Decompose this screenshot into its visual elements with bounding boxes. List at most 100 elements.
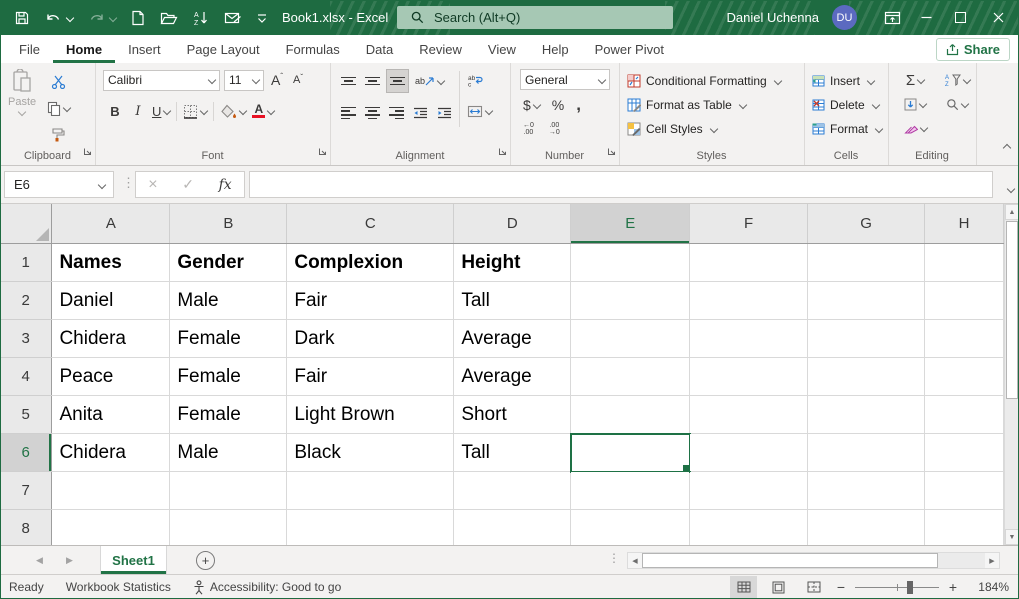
sheet-tab-sheet1[interactable]: Sheet1 (100, 546, 167, 574)
minimize-button[interactable] (909, 0, 943, 35)
decrease-font-size-button[interactable]: Aˇ (290, 69, 306, 91)
new-file-button[interactable] (131, 10, 145, 26)
row-header-4[interactable]: 4 (0, 358, 52, 396)
number-format-select[interactable]: General (520, 69, 610, 90)
undo-button[interactable] (45, 11, 73, 25)
font-name-select[interactable]: Calibri (103, 70, 220, 91)
vertical-scroll-thumb[interactable] (1006, 221, 1018, 399)
cell-H5[interactable] (924, 396, 1003, 434)
cell-A6[interactable]: Chidera (52, 434, 170, 472)
cancel-button[interactable]: × (148, 176, 157, 194)
insert-cells-button[interactable]: Insert (804, 69, 888, 93)
cell-G3[interactable] (808, 320, 925, 358)
name-box[interactable]: E6 (4, 171, 114, 198)
cell-G7[interactable] (808, 472, 925, 510)
decrease-decimal-button[interactable]: .00 →0 (546, 118, 563, 140)
copy-button[interactable] (44, 97, 73, 119)
cell-E3[interactable] (571, 320, 690, 358)
select-all-button[interactable] (0, 204, 52, 244)
tab-page-layout[interactable]: Page Layout (174, 35, 273, 63)
zoom-slider-handle[interactable] (907, 581, 913, 594)
bottom-align-button[interactable] (386, 69, 409, 93)
tab-formulas[interactable]: Formulas (273, 35, 353, 63)
tab-insert[interactable]: Insert (115, 35, 174, 63)
cell-H2[interactable] (924, 282, 1003, 320)
redo-button[interactable] (88, 11, 116, 25)
row-header-7[interactable]: 7 (0, 472, 52, 510)
cell-H8[interactable] (924, 510, 1003, 546)
name-box-resizer[interactable]: ⋮ (122, 175, 135, 191)
cell-H7[interactable] (924, 472, 1003, 510)
cut-button[interactable] (44, 71, 73, 93)
cell-styles-button[interactable]: Cell Styles (619, 117, 804, 141)
cell-C5[interactable]: Light Brown (287, 396, 454, 434)
tab-power-pivot[interactable]: Power Pivot (582, 35, 677, 63)
normal-view-button[interactable] (730, 576, 757, 598)
share-button[interactable]: Share (936, 38, 1010, 61)
cell-G6[interactable] (808, 434, 925, 472)
cell-H3[interactable] (924, 320, 1003, 358)
cell-G4[interactable] (808, 358, 925, 396)
percent-style-button[interactable]: % (549, 94, 567, 116)
cell-F8[interactable] (690, 510, 808, 546)
cell-A8[interactable] (52, 510, 170, 546)
delete-cells-button[interactable]: Delete (804, 93, 888, 117)
formula-input[interactable] (249, 171, 993, 198)
cell-F1[interactable] (690, 244, 808, 282)
cell-A1[interactable]: Names (52, 244, 170, 282)
customize-qat-button[interactable] (257, 12, 267, 24)
cell-F4[interactable] (690, 358, 808, 396)
cell-E5[interactable] (571, 396, 690, 434)
cell-E7[interactable] (571, 472, 690, 510)
column-header-D[interactable]: D (454, 204, 571, 244)
row-header-5[interactable]: 5 (0, 396, 52, 434)
workbook-statistics-button[interactable]: Workbook Statistics (66, 580, 171, 594)
cell-A3[interactable]: Chidera (52, 320, 170, 358)
previous-sheet-button[interactable]: ◀ (36, 546, 43, 574)
tab-scrollbar-splitter[interactable]: ⋮ (608, 551, 620, 565)
cell-F5[interactable] (690, 396, 808, 434)
cell-C1[interactable]: Complexion (287, 244, 454, 282)
cell-C4[interactable]: Fair (287, 358, 454, 396)
insert-function-button[interactable]: fx (219, 177, 232, 193)
cell-B2[interactable]: Male (170, 282, 287, 320)
autosum-button[interactable]: Σ (894, 69, 936, 91)
top-align-button[interactable] (338, 70, 359, 92)
avatar[interactable]: DU (832, 5, 857, 30)
alignment-dialog-launcher[interactable] (498, 143, 507, 161)
cell-G1[interactable] (808, 244, 925, 282)
tab-file[interactable]: File (0, 35, 53, 63)
cell-B5[interactable]: Female (170, 396, 287, 434)
cell-H6[interactable] (924, 434, 1003, 472)
italic-button[interactable]: I (127, 100, 149, 122)
next-sheet-button[interactable]: ▶ (66, 546, 73, 574)
cell-C8[interactable] (287, 510, 454, 546)
column-header-C[interactable]: C (287, 204, 454, 244)
row-header-8[interactable]: 8 (0, 510, 52, 546)
middle-align-button[interactable] (362, 70, 383, 92)
ribbon-display-options-button[interactable] (875, 0, 909, 35)
tab-review[interactable]: Review (406, 35, 475, 63)
fill-button[interactable] (894, 93, 936, 115)
cell-B1[interactable]: Gender (170, 244, 287, 282)
scroll-down-arrow[interactable]: ▼ (1005, 529, 1019, 545)
cell-D3[interactable]: Average (454, 320, 571, 358)
bold-button[interactable]: B (103, 100, 127, 122)
maximize-button[interactable] (943, 0, 977, 35)
clipboard-dialog-launcher[interactable] (83, 143, 92, 161)
scroll-up-arrow[interactable]: ▲ (1005, 204, 1019, 220)
tab-view[interactable]: View (475, 35, 529, 63)
comma-style-button[interactable]: , (573, 94, 584, 116)
row-header-2[interactable]: 2 (0, 282, 52, 320)
center-button[interactable] (362, 102, 383, 124)
scroll-right-arrow[interactable]: ▶ (985, 553, 999, 568)
cell-E4[interactable] (571, 358, 690, 396)
cell-A2[interactable]: Daniel (52, 282, 170, 320)
cell-H1[interactable] (924, 244, 1003, 282)
cell-C2[interactable]: Fair (287, 282, 454, 320)
cell-E1[interactable] (571, 244, 690, 282)
cell-F3[interactable] (690, 320, 808, 358)
clear-button[interactable] (894, 117, 936, 139)
zoom-level[interactable]: 184% (967, 580, 1009, 594)
cell-D7[interactable] (454, 472, 571, 510)
